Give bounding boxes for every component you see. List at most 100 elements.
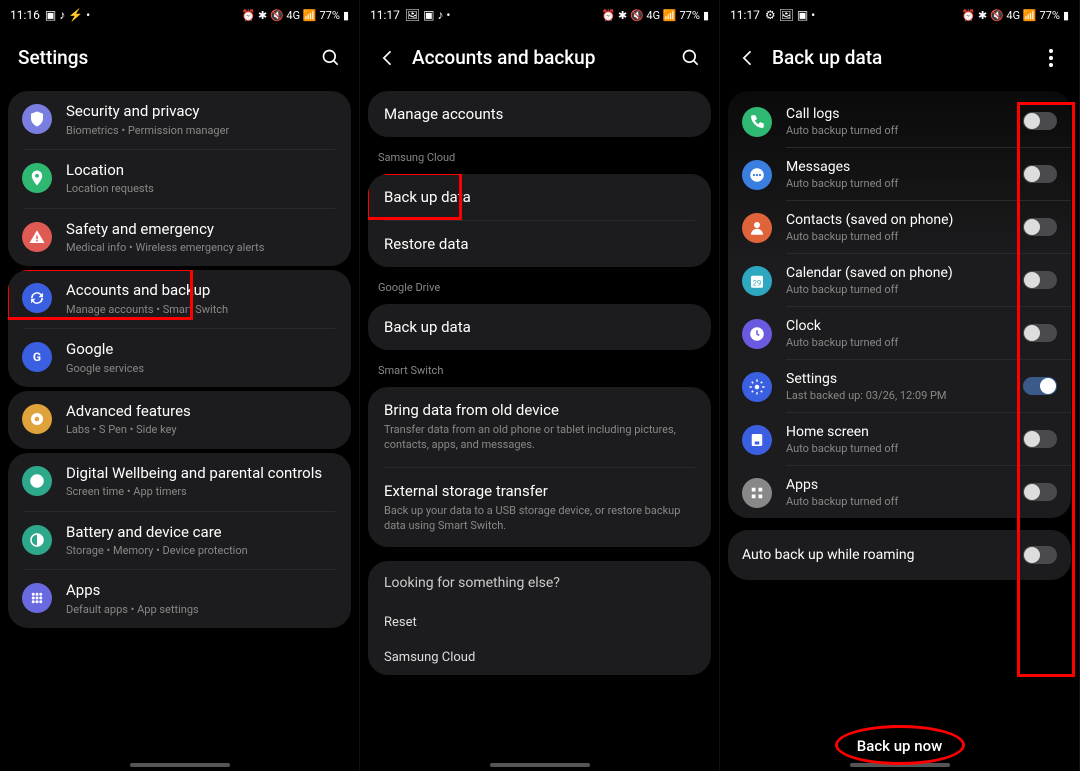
item-sub: Labs • S Pen • Side key bbox=[66, 423, 337, 437]
settings-group: Security and privacyBiometrics • Permiss… bbox=[8, 91, 351, 266]
more-icon[interactable] bbox=[1041, 48, 1061, 68]
roaming-label: Auto back up while roaming bbox=[742, 547, 1009, 563]
settings-group: Advanced featuresLabs • S Pen • Side key bbox=[8, 391, 351, 449]
item-sub: Medical info • Wireless emergency alerts bbox=[66, 241, 337, 255]
settings-item-safety-and-emergency[interactable]: Safety and emergencyMedical info • Wirel… bbox=[8, 209, 351, 267]
settings-item-digital-wellbeing-and-parental-controls[interactable]: Digital Wellbeing and parental controlsS… bbox=[8, 453, 351, 511]
nav-pill[interactable] bbox=[490, 763, 590, 767]
item-sub: Auto backup turned off bbox=[786, 495, 1009, 508]
settings-item-battery-and-device-care[interactable]: Battery and device careStorage • Memory … bbox=[8, 512, 351, 570]
looking-for: Looking for something else? bbox=[368, 561, 711, 605]
backup-item-clock[interactable]: ClockAuto backup turned off bbox=[728, 307, 1071, 359]
status-bar: 11:17 🖼 ▣ ♪ • ⏰ ✱ 🔇 4G 📶 77% ▮ bbox=[360, 0, 719, 30]
item-toggle[interactable] bbox=[1023, 218, 1057, 236]
item-sub: Screen time • App timers bbox=[66, 485, 337, 499]
item-sub: Auto backup turned off bbox=[786, 336, 1009, 349]
screen-accounts-backup: 11:17 🖼 ▣ ♪ • ⏰ ✱ 🔇 4G 📶 77% ▮ Accounts … bbox=[360, 0, 720, 771]
clock-icon bbox=[742, 319, 772, 349]
item-toggle[interactable] bbox=[1023, 324, 1057, 342]
settings-group: Accounts and backupManage accounts • Sma… bbox=[8, 270, 351, 387]
settings-item-location[interactable]: LocationLocation requests bbox=[8, 150, 351, 208]
backup-item-messages[interactable]: Messages Auto backup turned off bbox=[728, 148, 1071, 200]
item-sub: Default apps • App settings bbox=[66, 603, 337, 617]
bring-data-item[interactable]: Bring data from old device Transfer data… bbox=[368, 387, 711, 467]
auto-backup-roaming[interactable]: Auto back up while roaming bbox=[728, 530, 1071, 580]
ext-sub: Back up your data to a USB storage devic… bbox=[384, 504, 695, 534]
status-bar: 11:17 ⚙ 🖼 ▣ • ⏰ ✱ 🔇 4G 📶 77% ▮ bbox=[720, 0, 1079, 30]
item-sub: Last backed up: 03/26, 12:09 PM bbox=[786, 389, 1009, 402]
svg-text:29: 29 bbox=[753, 279, 761, 288]
drive-backup-item[interactable]: Back up data bbox=[368, 304, 711, 350]
item-sub: Auto backup turned off bbox=[786, 283, 1009, 296]
item-sub: Location requests bbox=[66, 182, 337, 196]
item-title: Call logs bbox=[786, 106, 1009, 122]
grid-icon bbox=[742, 478, 772, 508]
person-icon bbox=[742, 213, 772, 243]
item-toggle[interactable] bbox=[1023, 430, 1057, 448]
suggest-reset[interactable]: Reset bbox=[368, 605, 711, 640]
item-title: Location bbox=[66, 161, 337, 181]
bring-sub: Transfer data from an old phone or table… bbox=[384, 423, 695, 453]
alert-icon bbox=[22, 222, 52, 252]
page-title: Accounts and backup bbox=[412, 46, 667, 69]
item-toggle[interactable] bbox=[1023, 377, 1057, 395]
item-title: Settings bbox=[786, 371, 1009, 387]
backup-item-calendar-saved-on-phone-[interactable]: 29Calendar (saved on phone)Auto backup t… bbox=[728, 254, 1071, 306]
star-icon bbox=[22, 404, 52, 434]
wellbeing-icon bbox=[22, 466, 52, 496]
item-title: Contacts (saved on phone) bbox=[786, 212, 1009, 228]
back-button[interactable] bbox=[378, 48, 398, 68]
backup-item-settings[interactable]: Settings Last backed up: 03/26, 12:09 PM bbox=[728, 360, 1071, 412]
screen-settings: 11:16 ▣ ♪ ⚡ • ⏰ ✱ 🔇 4G 📶 77% ▮ Settings … bbox=[0, 0, 360, 771]
settings-item-apps[interactable]: AppsDefault apps • App settings bbox=[8, 570, 351, 628]
item-sub: Auto backup turned off bbox=[786, 177, 1009, 190]
suggest-samsung-cloud[interactable]: Samsung Cloud bbox=[368, 640, 711, 675]
status-icons: ⏰ ✱ 🔇 4G 📶 bbox=[602, 9, 677, 22]
settings-item-accounts-and-backup[interactable]: Accounts and backupManage accounts • Sma… bbox=[8, 270, 351, 328]
search-icon[interactable] bbox=[681, 48, 701, 68]
backup-item-call-logs[interactable]: Call logsAuto backup turned off bbox=[728, 95, 1071, 147]
ext-title: External storage transfer bbox=[384, 482, 695, 500]
pin-icon bbox=[22, 163, 52, 193]
restore-data-item[interactable]: Restore data bbox=[368, 221, 711, 267]
search-icon[interactable] bbox=[321, 48, 341, 68]
nav-pill[interactable] bbox=[130, 763, 230, 767]
gear-icon bbox=[742, 372, 772, 402]
settings-item-advanced-features[interactable]: Advanced featuresLabs • S Pen • Side key bbox=[8, 391, 351, 449]
status-icons: ⏰ ✱ 🔇 4G 📶 bbox=[242, 9, 317, 22]
item-title: Google bbox=[66, 340, 337, 360]
item-title: Security and privacy bbox=[66, 102, 337, 122]
item-toggle[interactable] bbox=[1023, 483, 1057, 501]
item-toggle[interactable] bbox=[1023, 112, 1057, 130]
battery-icon: ▮ bbox=[1063, 9, 1069, 22]
item-sub: Google services bbox=[66, 362, 337, 376]
nav-pill[interactable] bbox=[850, 763, 950, 767]
item-toggle[interactable] bbox=[1023, 165, 1057, 183]
clock: 11:17 bbox=[730, 8, 760, 22]
status-icons: ⏰ ✱ 🔇 4G 📶 bbox=[962, 9, 1037, 22]
battery-icon: ▮ bbox=[703, 9, 709, 22]
item-title: Messages bbox=[786, 159, 1009, 175]
item-sub: Auto backup turned off bbox=[786, 442, 1009, 455]
roaming-toggle[interactable] bbox=[1023, 546, 1057, 564]
back-button[interactable] bbox=[738, 48, 758, 68]
clock: 11:16 bbox=[10, 8, 40, 22]
item-title: Apps bbox=[786, 477, 1009, 493]
backup-item-apps[interactable]: Apps Auto backup turned off bbox=[728, 466, 1071, 518]
settings-item-google[interactable]: G Google Google services bbox=[8, 329, 351, 387]
settings-group: Digital Wellbeing and parental controlsS… bbox=[8, 453, 351, 628]
settings-item-security-and-privacy[interactable]: Security and privacyBiometrics • Permiss… bbox=[8, 91, 351, 149]
backup-item-contacts-saved-on-phone-[interactable]: Contacts (saved on phone)Auto backup tur… bbox=[728, 201, 1071, 253]
manage-accounts-item[interactable]: Manage accounts bbox=[368, 91, 711, 137]
page-title: Back up data bbox=[772, 46, 1027, 69]
item-title: Home screen bbox=[786, 424, 1009, 440]
backup-data-item[interactable]: Back up data bbox=[368, 174, 711, 220]
shield-icon bbox=[22, 104, 52, 134]
item-title: Safety and emergency bbox=[66, 220, 337, 240]
notif-icons: ▣ ♪ ⚡ • bbox=[45, 8, 90, 22]
external-storage-item[interactable]: External storage transfer Back up your d… bbox=[368, 468, 711, 548]
item-toggle[interactable] bbox=[1023, 271, 1057, 289]
item-title: Battery and device care bbox=[66, 523, 337, 543]
backup-item-home-screen[interactable]: Home screen Auto backup turned off bbox=[728, 413, 1071, 465]
svg-text:G: G bbox=[33, 350, 41, 364]
